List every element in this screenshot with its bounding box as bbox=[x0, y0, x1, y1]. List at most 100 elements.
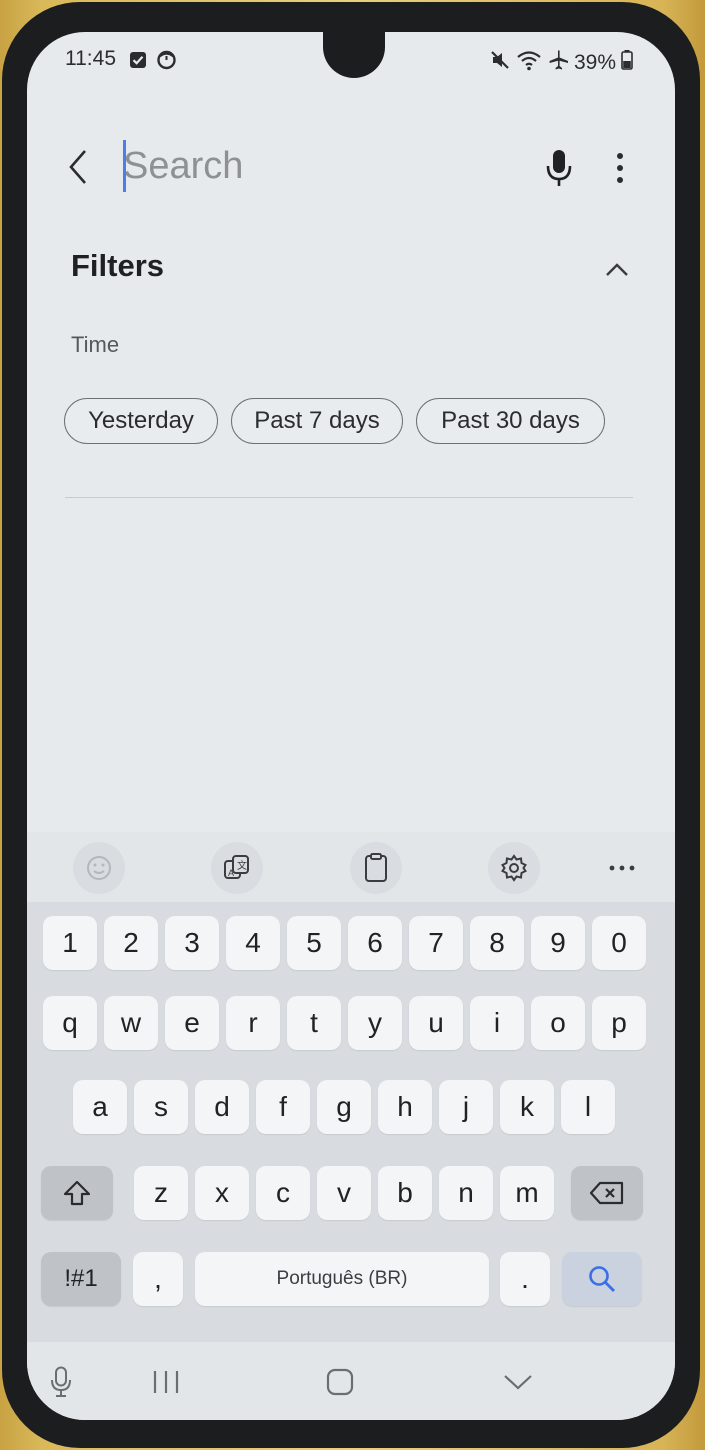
time-filter-chips: Yesterday Past 7 days Past 30 days bbox=[64, 398, 664, 450]
key-n[interactable]: n bbox=[439, 1166, 493, 1220]
key-b[interactable]: b bbox=[378, 1166, 432, 1220]
key-c[interactable]: c bbox=[256, 1166, 310, 1220]
symbols-key[interactable]: !#1 bbox=[41, 1252, 121, 1306]
key-2[interactable]: 2 bbox=[104, 916, 158, 970]
chevron-up-icon bbox=[606, 263, 628, 276]
backspace-key[interactable] bbox=[571, 1166, 643, 1220]
text-cursor bbox=[123, 140, 126, 192]
keyboard-settings-button[interactable] bbox=[488, 842, 540, 894]
key-v[interactable]: v bbox=[317, 1166, 371, 1220]
key-o[interactable]: o bbox=[531, 996, 585, 1050]
more-options-button[interactable] bbox=[602, 142, 638, 194]
svg-text:A: A bbox=[228, 868, 234, 878]
key-3[interactable]: 3 bbox=[165, 916, 219, 970]
status-time: 11:45 bbox=[65, 47, 116, 70]
key-5[interactable]: 5 bbox=[287, 916, 341, 970]
key-y[interactable]: y bbox=[348, 996, 402, 1050]
backspace-icon bbox=[589, 1181, 624, 1205]
key-t[interactable]: t bbox=[287, 996, 341, 1050]
emoji-icon bbox=[87, 856, 111, 880]
key-q[interactable]: q bbox=[43, 996, 97, 1050]
settings-icon bbox=[501, 854, 527, 882]
key-i[interactable]: i bbox=[470, 996, 524, 1050]
wifi-icon bbox=[516, 49, 542, 76]
shift-icon bbox=[63, 1180, 91, 1206]
key-0[interactable]: 0 bbox=[592, 916, 646, 970]
key-j[interactable]: j bbox=[439, 1080, 493, 1134]
key-1[interactable]: 1 bbox=[43, 916, 97, 970]
shift-key[interactable] bbox=[41, 1166, 113, 1220]
phone-frame: 11:45 39% Search Filters Time Yesterday … bbox=[2, 2, 700, 1448]
key-z[interactable]: z bbox=[134, 1166, 188, 1220]
battery-percent: 39% bbox=[574, 50, 617, 74]
key-r[interactable]: r bbox=[226, 996, 280, 1050]
status-icons: 39% bbox=[489, 49, 633, 76]
chip-yesterday[interactable]: Yesterday bbox=[64, 398, 218, 444]
clipboard-icon bbox=[365, 853, 387, 882]
key-e[interactable]: e bbox=[165, 996, 219, 1050]
key-8[interactable]: 8 bbox=[470, 916, 524, 970]
key-7[interactable]: 7 bbox=[409, 916, 463, 970]
comma-key[interactable]: , bbox=[133, 1252, 183, 1306]
translate-icon: 文A bbox=[224, 855, 249, 879]
translate-button[interactable]: 文A bbox=[211, 842, 263, 894]
key-m[interactable]: m bbox=[500, 1166, 554, 1220]
chevron-left-icon bbox=[69, 150, 86, 184]
navigation-bar bbox=[27, 1342, 675, 1420]
search-icon bbox=[589, 1266, 615, 1292]
space-key[interactable]: Português (BR) bbox=[195, 1252, 489, 1306]
filters-title: Filters bbox=[71, 248, 165, 283]
checkbox-icon bbox=[129, 51, 147, 74]
back-button[interactable] bbox=[57, 142, 99, 192]
search-input[interactable] bbox=[123, 138, 523, 194]
airplane-icon bbox=[547, 49, 569, 76]
home-button[interactable] bbox=[325, 1360, 355, 1404]
home-icon bbox=[326, 1368, 354, 1396]
chevron-down-icon bbox=[504, 1375, 532, 1390]
chip-past-7-days[interactable]: Past 7 days bbox=[231, 398, 403, 444]
voice-search-button[interactable] bbox=[539, 142, 579, 194]
keyboard-more-button[interactable] bbox=[596, 842, 648, 894]
key-g[interactable]: g bbox=[317, 1080, 371, 1134]
key-6[interactable]: 6 bbox=[348, 916, 402, 970]
more-vert-icon bbox=[617, 153, 623, 183]
key-s[interactable]: s bbox=[134, 1080, 188, 1134]
emoji-button[interactable] bbox=[73, 842, 125, 894]
hide-keyboard-button[interactable] bbox=[501, 1360, 535, 1404]
screen: 11:45 39% Search Filters Time Yesterday … bbox=[27, 32, 675, 1420]
microphone-outline-icon bbox=[51, 1366, 71, 1397]
period-key[interactable]: . bbox=[500, 1252, 550, 1306]
time-filter-label: Time bbox=[71, 332, 120, 357]
mute-icon bbox=[489, 49, 511, 76]
collapse-filters-button[interactable] bbox=[599, 254, 635, 286]
key-d[interactable]: d bbox=[195, 1080, 249, 1134]
key-k[interactable]: k bbox=[500, 1080, 554, 1134]
key-h[interactable]: h bbox=[378, 1080, 432, 1134]
key-f[interactable]: f bbox=[256, 1080, 310, 1134]
status-bar: 11:45 39% bbox=[27, 32, 675, 90]
recents-icon bbox=[153, 1371, 179, 1393]
search-bar bbox=[27, 132, 675, 202]
timer-icon bbox=[156, 49, 177, 75]
recent-apps-button[interactable] bbox=[149, 1360, 183, 1404]
battery-icon bbox=[621, 49, 633, 76]
search-key[interactable] bbox=[562, 1252, 642, 1306]
keyboard-toolbar: 文A bbox=[27, 832, 675, 902]
key-9[interactable]: 9 bbox=[531, 916, 585, 970]
key-l[interactable]: l bbox=[561, 1080, 615, 1134]
svg-text:文: 文 bbox=[237, 859, 247, 872]
key-4[interactable]: 4 bbox=[226, 916, 280, 970]
clipboard-button[interactable] bbox=[350, 842, 402, 894]
camera-notch bbox=[323, 32, 385, 78]
key-a[interactable]: a bbox=[73, 1080, 127, 1134]
chip-past-30-days[interactable]: Past 30 days bbox=[416, 398, 605, 444]
voice-input-button[interactable] bbox=[47, 1360, 75, 1404]
divider bbox=[65, 497, 633, 498]
key-p[interactable]: p bbox=[592, 996, 646, 1050]
microphone-icon bbox=[546, 150, 572, 186]
key-x[interactable]: x bbox=[195, 1166, 249, 1220]
more-horiz-icon bbox=[609, 865, 635, 871]
keyboard: 1 2 3 4 5 6 7 8 9 0 q w e r t y u i o p … bbox=[27, 902, 675, 1342]
key-u[interactable]: u bbox=[409, 996, 463, 1050]
key-w[interactable]: w bbox=[104, 996, 158, 1050]
